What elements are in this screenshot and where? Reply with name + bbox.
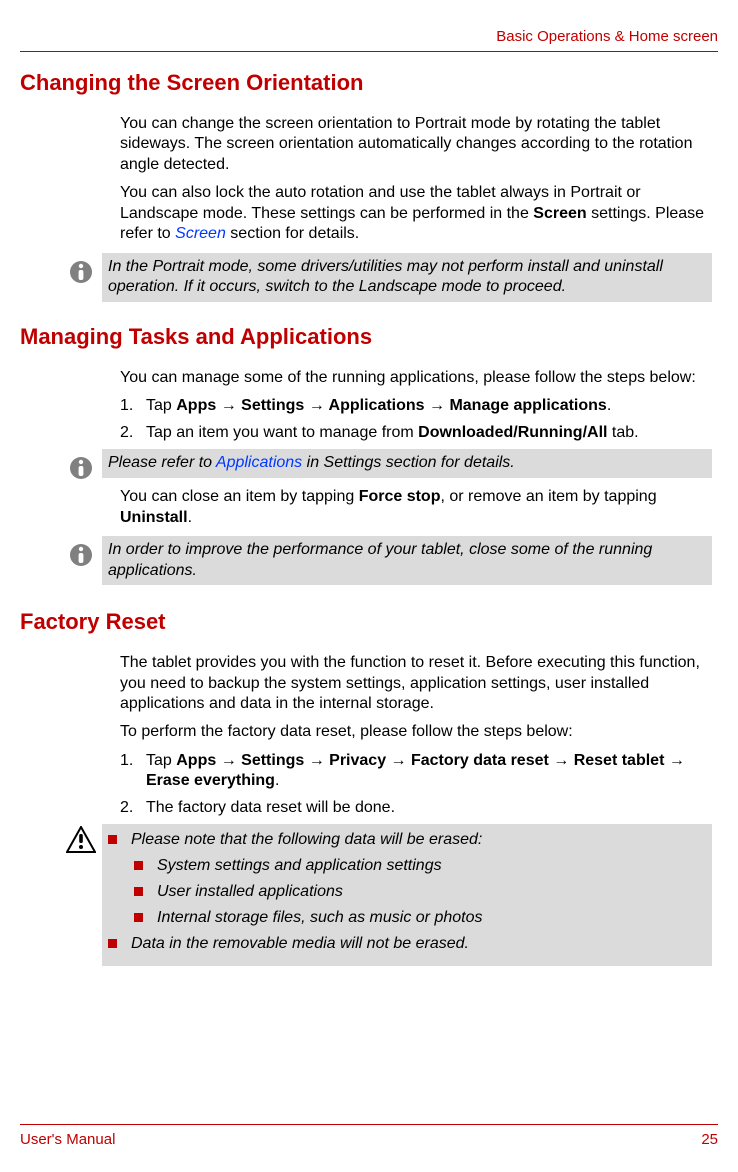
list-item: Data in the removable media will not be … xyxy=(108,932,706,956)
step-item: 2. The factory data reset will be done. xyxy=(120,798,712,818)
heading-screen-orientation: Changing the Screen Orientation xyxy=(20,70,718,96)
bold-path-manage: Apps → Settings → Applications → Manage … xyxy=(176,397,607,414)
bullet-icon xyxy=(134,861,143,870)
text-fragment: Please refer to xyxy=(108,454,216,471)
bold-path-reset: Apps → Settings → Privacy → Factory data… xyxy=(146,752,685,789)
bullet-icon xyxy=(134,913,143,922)
info-icon xyxy=(60,449,102,481)
note-text: Please refer to Applications in Settings… xyxy=(102,449,712,477)
text-fragment: tab. xyxy=(607,424,638,441)
bullet-icon xyxy=(108,939,117,948)
header-rule xyxy=(20,51,718,52)
bold-screen: Screen xyxy=(533,205,586,222)
para-manage-intro: You can manage some of the running appli… xyxy=(120,368,712,388)
bold-uninstall: Uninstall xyxy=(120,509,188,526)
caution-text: Please note that the following data will… xyxy=(102,824,712,966)
caution-icon xyxy=(60,824,102,854)
bold-tabs: Downloaded/Running/All xyxy=(418,424,607,441)
info-icon xyxy=(60,253,102,285)
para-reset-steps: To perform the factory data reset, pleas… xyxy=(120,722,712,742)
para-reset-intro: The tablet provides you with the functio… xyxy=(120,653,712,714)
text-fragment: . xyxy=(607,397,611,414)
steps-factory-reset: 1. Tap Apps → Settings → Privacy → Facto… xyxy=(120,751,712,818)
steps-manage-apps: 1. Tap Apps → Settings → Applications → … xyxy=(120,396,712,443)
note-portrait-drivers: In the Portrait mode, some drivers/utili… xyxy=(60,253,718,302)
text-fragment: . xyxy=(275,772,279,789)
text-erased-item: Internal storage files, such as music or… xyxy=(157,906,483,930)
para-orientation-lock: You can also lock the auto rotation and … xyxy=(120,183,712,244)
link-screen-section[interactable]: Screen xyxy=(175,225,226,242)
list-item: Internal storage files, such as music or… xyxy=(134,906,706,930)
step-number: 2. xyxy=(120,423,146,443)
list-item: Please note that the following data will… xyxy=(108,828,706,852)
text-fragment: in Settings section for details. xyxy=(302,454,515,471)
breadcrumb: Basic Operations & Home screen xyxy=(20,28,718,45)
heading-managing-tasks: Managing Tasks and Applications xyxy=(20,324,718,350)
bullet-icon xyxy=(108,835,117,844)
step-number: 2. xyxy=(120,798,146,818)
text-erased-item: User installed applications xyxy=(157,880,343,904)
bold-force-stop: Force stop xyxy=(359,488,441,505)
note-text: In order to improve the performance of y… xyxy=(102,536,712,585)
footer-manual-label: User's Manual xyxy=(20,1131,115,1148)
caution-data-erased: Please note that the following data will… xyxy=(60,824,718,966)
footer-rule xyxy=(20,1124,718,1125)
text-fragment: section for details. xyxy=(226,225,359,242)
text-not-erased: Data in the removable media will not be … xyxy=(131,932,469,956)
heading-factory-reset: Factory Reset xyxy=(20,609,718,635)
page-footer: User's Manual 25 xyxy=(20,1124,718,1148)
step-number: 1. xyxy=(120,396,146,416)
step-text: The factory data reset will be done. xyxy=(146,798,712,818)
footer-page-number: 25 xyxy=(701,1131,718,1148)
text-fragment: Tap xyxy=(146,397,176,414)
list-item: User installed applications xyxy=(134,880,706,904)
note-improve-performance: In order to improve the performance of y… xyxy=(60,536,718,585)
text-fragment: Tap xyxy=(146,752,176,769)
step-text: Tap an item you want to manage from Down… xyxy=(146,423,712,443)
note-applications-ref: Please refer to Applications in Settings… xyxy=(60,449,718,481)
text-fragment: . xyxy=(188,509,192,526)
bullet-icon xyxy=(134,887,143,896)
step-item: 1. Tap Apps → Settings → Privacy → Facto… xyxy=(120,751,712,792)
step-number: 1. xyxy=(120,751,146,792)
step-item: 1. Tap Apps → Settings → Applications → … xyxy=(120,396,712,416)
text-fragment: , or remove an item by tapping xyxy=(440,488,656,505)
para-force-stop: You can close an item by tapping Force s… xyxy=(120,487,712,528)
text-erased-item: System settings and application settings xyxy=(157,854,442,878)
list-item: System settings and application settings xyxy=(134,854,706,878)
info-icon xyxy=(60,536,102,568)
para-orientation-intro: You can change the screen orientation to… xyxy=(120,114,712,175)
step-text: Tap Apps → Settings → Applications → Man… xyxy=(146,396,712,416)
step-text: Tap Apps → Settings → Privacy → Factory … xyxy=(146,751,712,792)
text-fragment: You can close an item by tapping xyxy=(120,488,359,505)
text-fragment: Tap an item you want to manage from xyxy=(146,424,418,441)
note-text: In the Portrait mode, some drivers/utili… xyxy=(102,253,712,302)
text-erased-heading: Please note that the following data will… xyxy=(131,828,482,852)
step-item: 2. Tap an item you want to manage from D… xyxy=(120,423,712,443)
link-applications-section[interactable]: Applications xyxy=(216,454,302,471)
